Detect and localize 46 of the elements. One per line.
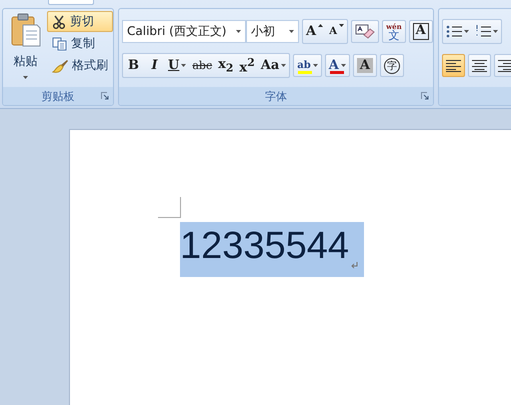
- brush-button[interactable]: 格式刷: [47, 55, 113, 76]
- document-text: 12335544: [180, 224, 350, 269]
- italic-button[interactable]: I: [144, 54, 165, 77]
- underline-button[interactable]: U: [165, 54, 190, 77]
- dialog-launcher-icon: [421, 92, 429, 100]
- shrink-font-button[interactable]: A: [326, 20, 348, 43]
- char-shading-button[interactable]: A: [352, 54, 377, 77]
- align-right-button[interactable]: [494, 54, 511, 77]
- brush-icon: [52, 58, 68, 72]
- copy-button[interactable]: 复制: [47, 33, 113, 54]
- format-button[interactable]: x$^{2}$: [236, 54, 258, 77]
- caret-icon: [23, 76, 28, 79]
- char-border-button[interactable]: A: [408, 20, 433, 43]
- decrease-arrow-icon: [338, 24, 344, 27]
- increase-arrow-icon: [318, 24, 324, 27]
- align-left-button[interactable]: [442, 54, 465, 77]
- align-center-button[interactable]: [468, 54, 491, 77]
- format-button[interactable]: Aa: [258, 54, 290, 77]
- group-title: 字体: [265, 88, 287, 104]
- bulleted-list-icon: [446, 25, 462, 38]
- numbered-list-icon: [475, 25, 491, 38]
- format-button[interactable]: x$_{2}$: [215, 54, 236, 77]
- copy-icon: [52, 36, 67, 50]
- font-size-field[interactable]: 小初: [246, 20, 299, 43]
- align-center-icon: [472, 60, 487, 72]
- bold-button[interactable]: B: [123, 54, 144, 77]
- strikethrough-button[interactable]: abc: [189, 54, 216, 77]
- cut-button[interactable]: 剪切: [47, 11, 113, 32]
- group-label-bar: [439, 87, 511, 105]
- dialog-launcher-icon: [101, 92, 109, 100]
- highlight-button[interactable]: ab: [293, 54, 322, 77]
- clear-format-button[interactable]: [351, 20, 380, 43]
- font-name-field[interactable]: Calibri (西文正文): [122, 20, 246, 43]
- scissors-icon: [52, 14, 66, 28]
- grow-font-button[interactable]: A: [303, 20, 326, 43]
- align-right-icon: [498, 60, 511, 72]
- caret-icon: [236, 30, 241, 33]
- enclose-char-button[interactable]: 字: [380, 54, 404, 77]
- caret-icon: [289, 30, 294, 33]
- align-left-icon: [446, 60, 461, 72]
- paragraph-mark-icon: [351, 262, 358, 269]
- paste-button[interactable]: 粘贴: [6, 9, 45, 87]
- clipboard-icon: [10, 13, 40, 47]
- font-color-button[interactable]: A: [324, 54, 350, 77]
- group-title: 剪贴板: [42, 88, 74, 104]
- eraser-icon: [355, 24, 376, 40]
